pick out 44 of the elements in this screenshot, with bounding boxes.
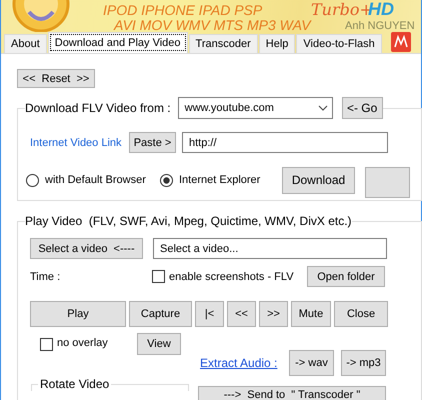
- player-button[interactable]: >>: [259, 301, 288, 327]
- time-label: Time :: [30, 270, 62, 282]
- player-button[interactable]: Capture: [129, 301, 192, 327]
- group-title: Download FLV Video from :: [25, 101, 172, 115]
- send-button[interactable]: ---> Send to " Transcoder ": [198, 386, 386, 400]
- checkbox[interactable]: [40, 338, 53, 351]
- player-button[interactable]: Mute: [291, 301, 331, 327]
- player-button[interactable]: |<: [195, 301, 224, 327]
- file-field[interactable]: Select a video...: [153, 238, 387, 259]
- url-field[interactable]: http://: [182, 132, 388, 153]
- audio-button[interactable]: -> wav: [289, 350, 334, 376]
- caret-icon: [318, 105, 328, 111]
- checkbox[interactable]: [152, 270, 165, 283]
- tab[interactable]: About: [4, 34, 47, 53]
- player-button[interactable]: Close: [334, 301, 388, 327]
- select-video-button[interactable]: Select a video <----: [30, 238, 143, 259]
- author-text: Anh NGUYEN: [345, 20, 415, 32]
- reset-button[interactable]: << Reset >>: [17, 69, 95, 88]
- banner-text: AVI MOV WMV MTS MP3 WAV: [114, 17, 311, 33]
- site-dropdown[interactable]: www.youtube.com: [178, 97, 333, 119]
- player-button[interactable]: Play: [30, 301, 126, 327]
- audio-button[interactable]: -> mp3: [341, 350, 386, 376]
- player-button[interactable]: <<: [227, 301, 256, 327]
- group-title: Play Video (FLV, SWF, Avi, Mpeg, Quictime, WMV, DivX etc.): [25, 214, 352, 228]
- link-label: Internet Video Link: [30, 136, 123, 148]
- tab[interactable]: Video-to-Flash: [296, 34, 382, 53]
- banner-text: IPOD IPHONE IPAD PSP: [103, 2, 262, 18]
- radio-label: Internet Explorer: [179, 174, 262, 186]
- radio-button[interactable]: [160, 174, 173, 186]
- radio-button[interactable]: [26, 174, 39, 186]
- checkbox-label: enable screenshots - FLV: [169, 270, 295, 282]
- radio-label: with Default Browser: [45, 174, 147, 186]
- open-folder-button[interactable]: Open folder: [307, 266, 385, 287]
- tab[interactable]: Transcoder: [188, 34, 258, 53]
- view-button[interactable]: View: [137, 333, 181, 355]
- go-button[interactable]: <- Go: [342, 97, 383, 119]
- tab[interactable]: Help: [258, 34, 296, 53]
- checkbox-label: no overlay: [57, 337, 109, 349]
- paste-button[interactable]: Paste >: [129, 132, 176, 153]
- download-button[interactable]: Download: [282, 166, 355, 194]
- extract-audio-link[interactable]: Extract Audio :: [200, 356, 289, 370]
- tab[interactable]: Download and Play Video: [48, 32, 188, 53]
- logo-icon: [391, 32, 411, 52]
- group-title: Rotate Video: [39, 377, 110, 391]
